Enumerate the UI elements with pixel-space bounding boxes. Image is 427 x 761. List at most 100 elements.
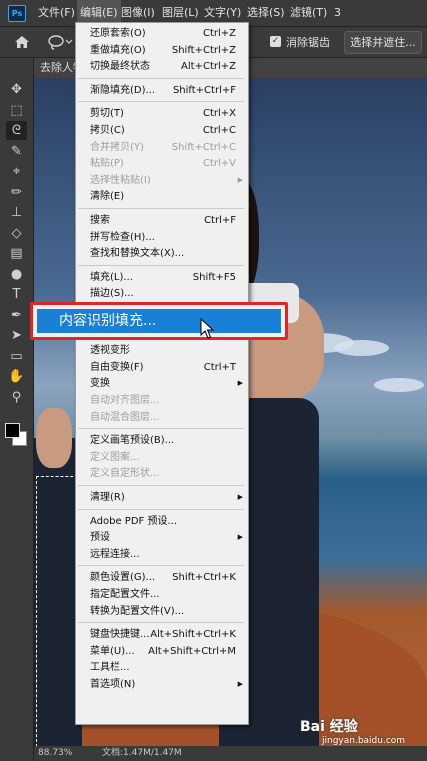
menu-item-label: 内容识别填充... [59, 313, 157, 329]
lasso-icon[interactable]: ᘓ [6, 121, 27, 140]
menu-item-label: 拼写检查(H)... [90, 231, 155, 243]
menu-item: 自动混合图层... [76, 409, 248, 426]
menubar-item[interactable]: 滤镜(T) [290, 0, 327, 26]
menu-item[interactable]: 填充(L)... Shift+F5 [76, 269, 248, 286]
menu-item[interactable]: 还原套索(O) Ctrl+Z [76, 25, 248, 42]
menu-separator [78, 101, 244, 103]
menu-item[interactable]: 清理(R) ▶ [76, 489, 248, 506]
menu-item-label: 预设 [90, 532, 110, 544]
menu-item-label: 清除(E) [90, 191, 125, 203]
menu-item[interactable]: 重做填充(O) Shift+Ctrl+Z [76, 42, 248, 59]
menu-item[interactable]: 定义画笔预设(B)... [76, 432, 248, 449]
zoom-icon[interactable]: ⚲ [6, 388, 27, 407]
menu-item[interactable]: 键盘快捷键... Alt+Shift+Ctrl+K [76, 626, 248, 643]
mouse-cursor-icon [200, 318, 215, 339]
move-icon[interactable]: ✥ [6, 80, 27, 99]
menu-separator [78, 208, 244, 209]
submenu-arrow-icon: ▶ [237, 379, 243, 388]
menu-item-label: 渐隐填充(D)... [90, 84, 156, 96]
home-icon[interactable] [14, 35, 30, 49]
menu-item-label: 定义自定形状... [90, 468, 160, 480]
menu-item[interactable]: 颜色设置(G)... Shift+Ctrl+K [76, 569, 248, 586]
menu-item[interactable]: Adobe PDF 预设... [76, 513, 248, 530]
select-and-mask-button[interactable]: 选择并遮住... [344, 31, 422, 54]
eyedropper-icon[interactable]: ⌖ [6, 162, 27, 181]
menu-item-label: 颜色设置(G)... [90, 572, 156, 584]
menu-item[interactable]: 预设 ▶ [76, 529, 248, 546]
menu-item[interactable]: 变换 ▶ [76, 375, 248, 392]
menubar-item[interactable]: 3 [334, 0, 341, 26]
stamp-icon[interactable]: ⊥ [6, 203, 27, 222]
menu-separator [78, 508, 244, 510]
menu-item[interactable]: 描边(S)... [76, 285, 248, 302]
gradient-icon[interactable]: ▤ [6, 244, 27, 263]
menu-item[interactable]: 菜单(U)... Alt+Shift+Ctrl+M [76, 643, 248, 660]
menu-item[interactable]: 转换为配置文件(V)... [76, 603, 248, 620]
menu-item-shortcut: Ctrl+F [204, 215, 236, 226]
menu-item[interactable]: 远程连接... [76, 546, 248, 563]
menu-item-shortcut: Alt+Ctrl+Z [181, 61, 236, 73]
menu-item[interactable]: 拷贝(C) Ctrl+C [76, 122, 248, 139]
menu-item[interactable]: 查找和替换文本(X)... [76, 245, 248, 262]
menu-item-label: 变换 [90, 378, 110, 390]
menu-item-shortcut: Shift+Ctrl+F [172, 84, 236, 96]
menu-item-shortcut: Ctrl+C [202, 125, 236, 136]
photoshop-logo: Ps [8, 5, 26, 22]
menu-item: 选择性粘贴(I) ▶ [76, 172, 248, 189]
menu-separator [78, 622, 244, 624]
highlight-callout: 内容识别填充... [30, 302, 288, 340]
menu-item-shortcut: Ctrl+Z [202, 28, 236, 39]
menu-item-label: 搜索 [90, 215, 110, 226]
menu-item-label: 自动对齐图层... [90, 395, 160, 406]
tools-panel: ✥ ⬚ ᘓ ✎ ⌖ ✏ ⊥ ◇ ▤ ● T ✒ ➤ ▭ ✋ ⚲ [0, 58, 34, 761]
zoom-readout[interactable]: 88.73% [38, 746, 72, 761]
menu-item-content-aware-fill[interactable]: 内容识别填充... [37, 309, 281, 333]
menu-item-label: 自由变换(F) [90, 361, 144, 373]
menu-item-label: 粘贴(P) [90, 158, 124, 170]
menubar-item[interactable]: 选择(S) [247, 0, 285, 26]
watermark-url: jingyan.baidu.com [322, 736, 406, 746]
shape-icon[interactable]: ▭ [6, 347, 27, 366]
antialias-label: 消除锯齿 [286, 36, 330, 49]
menu-item[interactable]: 自由变换(F) Ctrl+T [76, 359, 248, 376]
brush-icon[interactable]: ✏ [6, 183, 27, 202]
blur-icon[interactable]: ● [6, 265, 27, 284]
hand-icon[interactable]: ✋ [6, 367, 27, 386]
menu-item[interactable]: 剪切(T) Ctrl+X [76, 105, 248, 122]
menu-item[interactable]: 渐隐填充(D)... Shift+Ctrl+F [76, 82, 248, 99]
submenu-arrow-icon: ▶ [237, 533, 243, 542]
foreground-color-swatch[interactable] [5, 423, 20, 438]
menu-item-label: 填充(L)... [90, 271, 133, 283]
menu-item[interactable]: 指定配置文件... [76, 586, 248, 603]
menu-item-label: 查找和替换文本(X)... [90, 248, 185, 260]
menu-item-label: 合并拷贝(Y) [90, 141, 144, 153]
menu-item[interactable]: 透视变形 [76, 342, 248, 359]
lasso-tool-preset-icon[interactable] [46, 33, 74, 51]
antialias-checkbox[interactable]: ✓ [270, 36, 281, 47]
quick-select-icon[interactable]: ✎ [6, 142, 27, 161]
menu-separator [78, 485, 244, 486]
menu-item-shortcut: Shift+F5 [192, 271, 236, 283]
menu-item[interactable]: 首选项(N) ▶ [76, 676, 248, 693]
menu-separator [78, 264, 244, 266]
eraser-icon[interactable]: ◇ [6, 224, 27, 243]
marquee-icon[interactable]: ⬚ [6, 101, 27, 120]
submenu-arrow-icon: ▶ [237, 493, 243, 501]
menu-item[interactable]: 清除(E) [76, 188, 248, 205]
menu-item[interactable]: 拼写检查(H)... [76, 229, 248, 246]
menu-item[interactable]: 搜索 Ctrl+F [76, 212, 248, 229]
menu-item[interactable]: 切换最终状态 Alt+Ctrl+Z [76, 58, 248, 75]
menu-item-shortcut: Shift+Ctrl+K [172, 572, 236, 584]
menu-item-shortcut: Alt+Shift+Ctrl+K [150, 629, 236, 641]
menu-item[interactable]: 工具栏... [76, 659, 248, 676]
menu-item: 粘贴(P) Ctrl+V [76, 155, 248, 172]
pen-icon[interactable]: ✒ [6, 306, 27, 325]
menu-item-label: 重做填充(O) [90, 44, 146, 56]
path-select-icon[interactable]: ➤ [6, 326, 27, 345]
menubar-item[interactable]: 文件(F) [38, 0, 75, 26]
type-icon[interactable]: T [6, 285, 27, 304]
menu-separator [78, 428, 244, 430]
menu-item-label: 转换为配置文件(V)... [90, 605, 185, 617]
menu-item: 合并拷贝(Y) Shift+Ctrl+C [76, 139, 248, 156]
menu-item-label: 工具栏... [90, 662, 130, 674]
